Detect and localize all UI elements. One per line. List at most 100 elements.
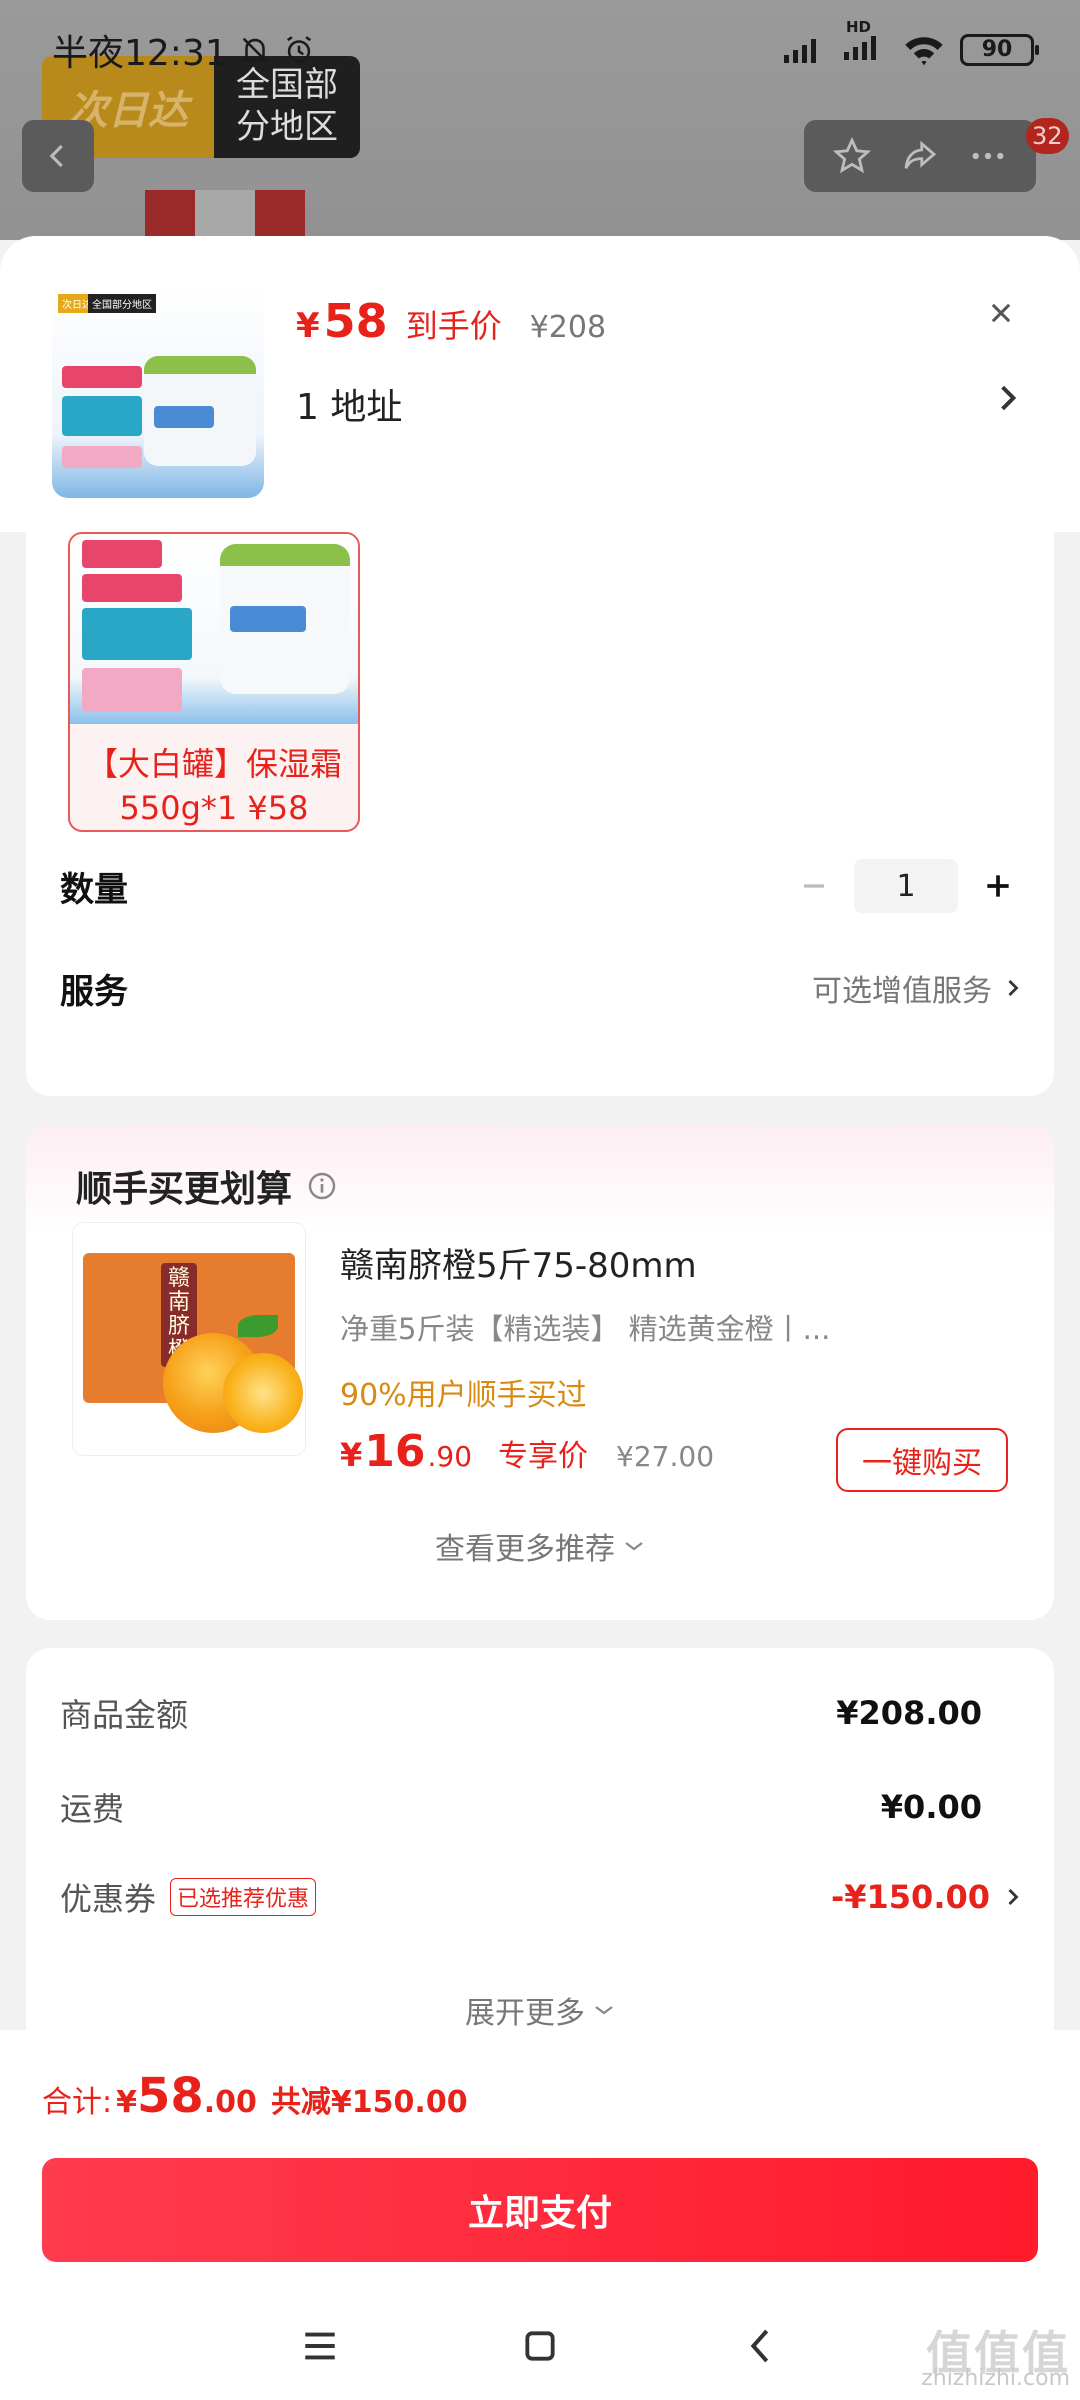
- shipping-row: 运费 ¥0.00: [60, 1784, 1020, 1830]
- system-back-button[interactable]: [735, 2321, 785, 2371]
- watermark: 值值值 zhizhizhi.com: [921, 2326, 1070, 2392]
- menu-icon: [305, 2332, 335, 2360]
- recommendation-title: 顺手买更划算: [76, 1160, 338, 1212]
- quantity-row: 数量 1: [60, 856, 1020, 916]
- social-proof-text: 90%用户顺手买过: [340, 1378, 587, 1413]
- sku-image-pill: [82, 668, 182, 712]
- order-summary-card: 商品金额 ¥208.00 运费 ¥0.00 优惠券 已选推荐优惠 -¥150.0…: [26, 1648, 1054, 2068]
- coupon-recommended-tag: 已选推荐优惠: [170, 1878, 317, 1916]
- total-saving: 共减¥150.00: [270, 2085, 468, 2120]
- total-integer: 58: [136, 2068, 204, 2124]
- original-price: ¥27.00: [616, 1440, 715, 1473]
- shipping-value: ¥0.00: [880, 1788, 982, 1826]
- top-action-group: [804, 120, 1036, 192]
- coupon-label-group: 优惠券 已选推荐优惠: [60, 1874, 317, 1920]
- sku-jar-label: [230, 606, 306, 632]
- close-icon: [991, 303, 1011, 323]
- canada-flag: [145, 190, 305, 240]
- signal-icon: [784, 39, 816, 63]
- coupon-label: 优惠券: [60, 1880, 157, 1918]
- recommended-product-name[interactable]: 赣南脐橙5斤75-80mm: [340, 1238, 697, 1287]
- service-row[interactable]: 服务 可选增值服务: [60, 958, 1020, 1018]
- service-link[interactable]: 可选增值服务: [812, 966, 1020, 1010]
- watermark-url: zhizhizhi.com: [921, 2366, 1070, 2391]
- thumb-pill: [62, 396, 142, 436]
- region-badge-line2: 分地区: [236, 107, 338, 147]
- goods-amount-label: 商品金额: [60, 1696, 189, 1734]
- orange-image: [223, 1353, 303, 1433]
- more-icon[interactable]: [967, 135, 1009, 177]
- final-price: 58: [323, 294, 388, 348]
- info-icon[interactable]: [306, 1170, 338, 1202]
- product-thumbnail[interactable]: 次日达 全国部分地区: [52, 286, 264, 498]
- system-nav-bar: [0, 2292, 1080, 2400]
- sku-option-selected[interactable]: 【大白罐】保湿霜 550g*1 ¥58: [68, 532, 360, 832]
- recommendation-card: 顺手买更划算 赣南脐橙 赣南脐橙5斤75-80mm 净重5斤装【精选装】 精选黄…: [26, 1126, 1054, 1620]
- final-price-tag: 到手价: [405, 307, 502, 345]
- thumb-tag-region: 全国部分地区: [88, 294, 156, 313]
- increase-button[interactable]: [976, 864, 1020, 908]
- cart-count-badge: 32: [1026, 118, 1069, 154]
- signal-icon-2: [844, 36, 876, 60]
- expand-more-button[interactable]: 展开更多: [26, 1988, 1054, 2032]
- status-bar: 半夜12:31 HD 90: [0, 0, 1080, 100]
- chevron-right-icon[interactable]: [996, 380, 1020, 416]
- total-decimal: .00: [203, 2085, 257, 2120]
- view-more-recommendations[interactable]: 查看更多推荐: [26, 1524, 1054, 1568]
- total-price: 合计: ¥ 58 .00 共减¥150.00: [42, 2068, 468, 2124]
- shipping-label: 运费: [60, 1790, 125, 1828]
- watermark-logo: 值值值: [926, 2326, 1070, 2380]
- decrease-button[interactable]: [792, 864, 836, 908]
- price-integer: 16: [364, 1426, 426, 1477]
- sku-image-pill: [82, 540, 162, 568]
- one-click-buy-button[interactable]: 一键购买: [836, 1428, 1008, 1492]
- chevron-right-icon: [1008, 1889, 1019, 1905]
- price-symbol: ¥: [296, 306, 320, 346]
- total-label: 合计:: [42, 2085, 113, 2120]
- goods-amount-value: ¥208.00: [836, 1694, 982, 1732]
- sku-option-spec: 550g*1 ¥58: [119, 789, 309, 827]
- address-selector[interactable]: 1 地址: [296, 378, 402, 430]
- original-price: ¥208: [529, 310, 607, 345]
- plus-icon: [987, 875, 1009, 897]
- sku-image-pill: [82, 608, 192, 660]
- price-decimal: .90: [427, 1440, 473, 1473]
- share-icon[interactable]: [899, 135, 941, 177]
- battery-indicator: 90: [960, 34, 1039, 66]
- expand-more-label: 展开更多: [465, 1996, 585, 2031]
- coupon-value: -¥150.00: [830, 1878, 990, 1916]
- chevron-down-icon: [595, 2006, 613, 2015]
- service-link-text: 可选增值服务: [812, 974, 992, 1009]
- sheet-header: 次日达 全国部分地区 ¥ 58 到手价 ¥208 1 地址: [0, 236, 1080, 532]
- header-price: ¥ 58 到手价 ¥208: [296, 294, 606, 348]
- coupon-row[interactable]: 优惠券 已选推荐优惠 -¥150.00: [60, 1874, 1020, 1920]
- minus-icon: [804, 884, 824, 888]
- home-square-icon: [525, 2331, 555, 2361]
- recommendation-title-text: 顺手买更划算: [76, 1169, 293, 1210]
- total-symbol: ¥: [116, 2085, 137, 2120]
- sku-option-name: 【大白罐】保湿霜: [85, 745, 342, 783]
- close-button[interactable]: [978, 290, 1024, 336]
- home-button[interactable]: [515, 2321, 565, 2371]
- view-more-label: 查看更多推荐: [435, 1532, 615, 1567]
- chevron-left-icon: [49, 144, 63, 168]
- pay-now-button[interactable]: 立即支付: [42, 2158, 1038, 2262]
- chevron-left-icon: [750, 2329, 769, 2363]
- thumb-pill: [62, 366, 142, 388]
- product-jar-label: [154, 406, 214, 428]
- back-button[interactable]: [22, 120, 94, 192]
- sku-image-pill: [82, 574, 182, 602]
- sku-option-image: [70, 534, 358, 724]
- recommended-product-image[interactable]: 赣南脐橙: [72, 1222, 306, 1456]
- quantity-stepper: 1: [792, 859, 1020, 913]
- status-time: 半夜12:31: [52, 33, 228, 74]
- price-tag: 专享价: [498, 1439, 589, 1474]
- menu-button[interactable]: [295, 2321, 345, 2371]
- coupon-value-group[interactable]: -¥150.00: [831, 1878, 1020, 1916]
- quantity-value[interactable]: 1: [854, 859, 958, 913]
- star-icon[interactable]: [831, 135, 873, 177]
- goods-amount-row: 商品金额 ¥208.00: [60, 1690, 1020, 1736]
- network-type: HD: [846, 18, 872, 36]
- chevron-right-icon: [1008, 980, 1019, 996]
- alarm-icon: [286, 36, 311, 63]
